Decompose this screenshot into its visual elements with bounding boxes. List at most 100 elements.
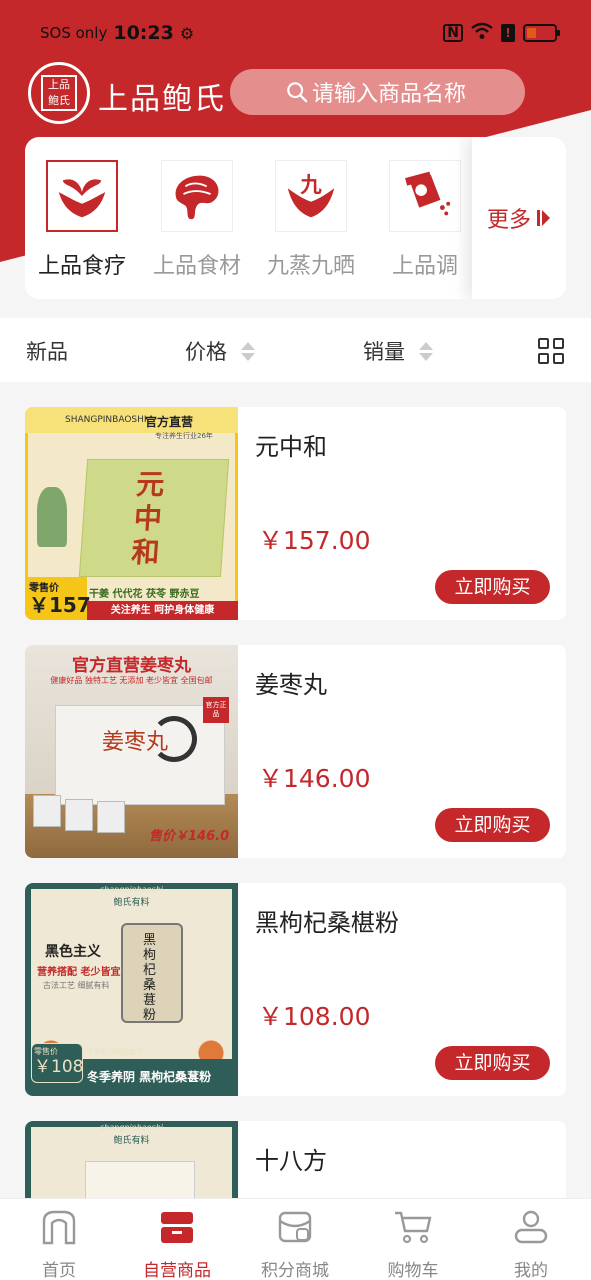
image-product-box: 元中和: [78, 459, 230, 577]
more-label: 更多: [486, 208, 531, 233]
image-strip: 冬季养阴 黑枸杞桑葚粉: [87, 1070, 212, 1084]
image-line3: 古法工艺 细腻有料: [43, 981, 110, 990]
category-item-tiaoliao[interactable]: 上品调: [370, 160, 480, 280]
image-sub-text: 健康好品 独特工艺 无添加 老少皆宜 全国包邮: [50, 676, 213, 685]
image-brand-en: shangpinbaoshi: [100, 1123, 163, 1132]
home-icon: [42, 1210, 76, 1245]
brand-logo[interactable]: 上品 鲍氏: [28, 62, 90, 124]
image-retail-label: 零售价: [34, 1047, 58, 1056]
more-categories-button[interactable]: 更多: [472, 137, 566, 299]
buy-now-button[interactable]: 立即购买: [435, 808, 550, 842]
image-retail-price: ￥157: [29, 593, 91, 617]
category-label: 上品调: [391, 254, 458, 279]
store-icon: [161, 1212, 193, 1243]
image-can-text: 黑枸杞桑葚粉: [143, 933, 157, 1023]
category-label: 九蒸九晒: [266, 254, 355, 279]
points-mall-icon: [278, 1211, 312, 1243]
image-badge: 官方正品: [203, 697, 229, 723]
status-bar: SOS only 10:23 ⚙ N !: [0, 0, 591, 64]
brand-name: 上品鲍氏: [98, 82, 226, 117]
image-price-text: 售价￥146.0: [149, 829, 230, 844]
product-price: ￥146.00: [258, 764, 371, 793]
image-box-title: 元中和: [130, 468, 166, 569]
image-tags-text: 干姜 代代花 茯苓 野赤豆: [89, 589, 200, 600]
image-retail-tag: 零售价 ￥108: [31, 1043, 83, 1083]
image-brand-en: shangpinbaoshi: [100, 885, 163, 894]
tab-cart[interactable]: 购物车: [354, 1207, 472, 1280]
sort-arrows-icon: [419, 341, 433, 361]
tab-label: 购物车: [387, 1261, 439, 1280]
image-brand-text: SHANGPINBAOSHI: [65, 415, 147, 425]
category-item-shiliao[interactable]: 上品食疗: [27, 160, 137, 280]
category-label: 上品食材: [152, 254, 241, 279]
product-name: 十八方: [255, 1147, 327, 1175]
chevron-right-icon: [537, 210, 550, 226]
image-sub-text: 专注养生行业26年: [155, 432, 213, 440]
sort-bar: 新品 价格 销量: [0, 318, 591, 382]
sort-price[interactable]: 价格: [185, 336, 255, 366]
search-placeholder: 请输入商品名称: [312, 82, 467, 107]
category-label: 上品食疗: [37, 254, 126, 279]
product-card[interactable]: shangpinbaoshi 鲍氏有料 黑色主义 营养搭配 老少皆宜 古法工艺 …: [25, 883, 566, 1096]
tab-points-mall[interactable]: 积分商城: [236, 1207, 354, 1280]
category-carousel[interactable]: 上品食疗 上品食材 九 九蒸九晒 上品调 更多: [25, 137, 566, 299]
category-thumb: 九: [275, 160, 347, 232]
image-strip-top: 下单即送赠品使用: [87, 1048, 143, 1056]
product-image: 官方直营姜枣丸 健康好品 独特工艺 无添加 老少皆宜 全国包邮 姜枣丸 官方正品…: [25, 645, 238, 858]
product-image: shangpinbaoshi 鲍氏有料 黑色主义 营养搭配 老少皆宜 古法工艺 …: [25, 883, 238, 1096]
wifi-icon: [471, 22, 493, 44]
search-input[interactable]: 请输入商品名称: [230, 69, 525, 115]
tab-label: 首页: [42, 1261, 76, 1280]
product-name: 黑枸杞桑椹粉: [255, 909, 399, 937]
product-card[interactable]: 官方直营姜枣丸 健康好品 独特工艺 无添加 老少皆宜 全国包邮 姜枣丸 官方正品…: [25, 645, 566, 858]
tab-home[interactable]: 首页: [0, 1207, 118, 1280]
clock: 10:23: [113, 22, 174, 44]
sort-arrows-icon: [241, 341, 255, 361]
image-headline: 官方直营姜枣丸: [72, 656, 191, 676]
image-brand-cn: 鲍氏有料: [113, 898, 150, 908]
logo-mark: 上品 鲍氏: [41, 75, 77, 111]
user-icon: [514, 1210, 548, 1244]
search-icon: [287, 82, 308, 103]
image-retail-price: ￥108: [34, 1057, 84, 1077]
tab-store[interactable]: 自营商品: [118, 1207, 236, 1280]
category-item-jiuzheng[interactable]: 九 九蒸九晒: [256, 160, 366, 280]
image-retail-tag: 零售价 ￥157: [25, 577, 91, 620]
image-slogan: 关注养生 呵护身体健康: [87, 601, 238, 620]
image-plant: [37, 487, 67, 547]
sort-new[interactable]: 新品: [26, 336, 68, 366]
image-brand-cn: 鲍氏有料: [113, 1136, 150, 1146]
battery-icon: [523, 24, 560, 42]
buy-now-button[interactable]: 立即购买: [435, 1046, 550, 1080]
alert-icon: !: [501, 24, 515, 42]
nfc-icon: N: [443, 24, 463, 42]
tab-label: 我的: [514, 1261, 548, 1280]
seasoning-jar-icon: [405, 171, 451, 216]
product-card[interactable]: SHANGPINBAOSHI 官方直营 专注养生行业26年 元中和 零售价 ￥1…: [25, 407, 566, 620]
sort-sales[interactable]: 销量: [363, 336, 433, 366]
battery-fill: [527, 28, 536, 38]
category-item-shicai[interactable]: 上品食材: [142, 160, 252, 280]
svg-text:九: 九: [299, 173, 322, 198]
tab-label: 自营商品: [143, 1261, 211, 1280]
grid-view-icon[interactable]: [538, 338, 564, 364]
sort-new-label: 新品: [26, 340, 68, 364]
tab-label: 积分商城: [261, 1261, 329, 1280]
hands-nine-icon: 九: [287, 173, 335, 218]
image-can: 黑枸杞桑葚粉: [121, 923, 183, 1023]
buy-now-button[interactable]: 立即购买: [435, 570, 550, 604]
carrier-text: SOS only: [40, 24, 108, 42]
category-thumb: [46, 160, 118, 232]
cart-icon: [395, 1211, 432, 1244]
product-price: ￥108.00: [258, 1002, 371, 1031]
hands-sprout-icon: [58, 179, 106, 218]
bottom-tab-bar: 首页 自营商品 积分商城 购物车 我的: [0, 1198, 591, 1280]
image-retail-label: 零售价: [29, 583, 59, 594]
image-banner: SHANGPINBAOSHI 官方直营: [25, 407, 238, 433]
product-name: 元中和: [255, 433, 327, 461]
product-image: SHANGPINBAOSHI 官方直营 专注养生行业26年 元中和 零售价 ￥1…: [25, 407, 238, 620]
image-product-box: 姜枣丸: [55, 705, 225, 805]
image-line1: 黑色主义: [45, 944, 101, 960]
tab-me[interactable]: 我的: [472, 1207, 590, 1280]
mushroom-icon: [175, 175, 219, 220]
